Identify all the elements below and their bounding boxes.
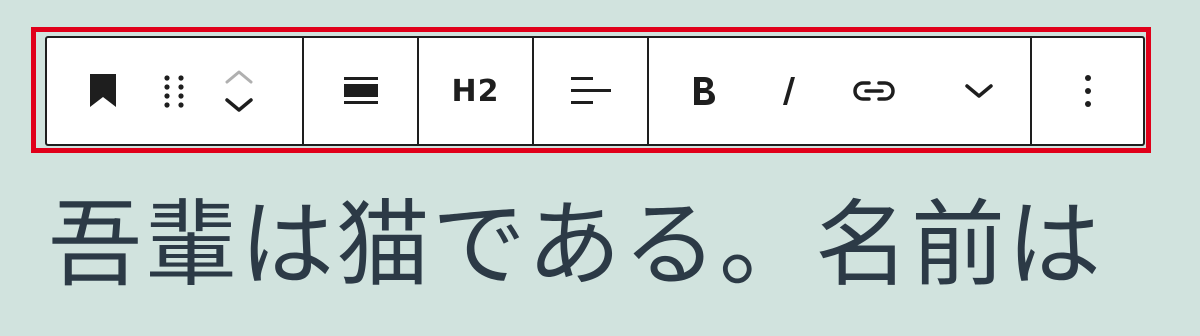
block-mover (189, 38, 289, 144)
heading-level-button[interactable]: H2 (452, 74, 500, 109)
chevron-down-icon (965, 84, 993, 98)
bookmark-icon (88, 74, 118, 108)
editor-canvas: H2 吾輩は猫である。名前は (0, 0, 1200, 336)
drag-dots-icon (163, 74, 185, 108)
drag-handle-button[interactable] (159, 38, 189, 144)
options-button[interactable] (1084, 74, 1092, 108)
italic-icon (781, 75, 797, 107)
toolbar-group-heading: H2 (419, 38, 534, 144)
chevron-up-icon (225, 70, 253, 84)
toolbar-group-block (47, 38, 304, 144)
block-toolbar: H2 (45, 36, 1145, 146)
move-down-button[interactable] (225, 98, 253, 112)
align-button[interactable] (343, 77, 378, 105)
more-rich-text-button[interactable] (929, 38, 1029, 144)
kebab-menu-icon (1084, 74, 1092, 108)
toolbar-group-text-align (534, 38, 649, 144)
toolbar-group-format (649, 38, 1032, 144)
link-button[interactable] (819, 38, 929, 144)
text-align-button[interactable] (570, 77, 611, 105)
bold-button[interactable] (649, 38, 759, 144)
move-up-button[interactable] (225, 70, 253, 84)
heading-block-text[interactable]: 吾輩は猫である。名前は (48, 186, 1103, 306)
block-type-button[interactable] (47, 38, 159, 144)
toolbar-group-options (1032, 38, 1143, 144)
heading-level-label: H2 (451, 73, 500, 109)
align-full-icon (343, 77, 378, 105)
bold-icon (691, 75, 717, 107)
link-icon (852, 79, 896, 103)
italic-button[interactable] (759, 38, 819, 144)
align-left-icon (570, 77, 611, 105)
toolbar-group-align (304, 38, 419, 144)
chevron-down-icon (225, 98, 253, 112)
